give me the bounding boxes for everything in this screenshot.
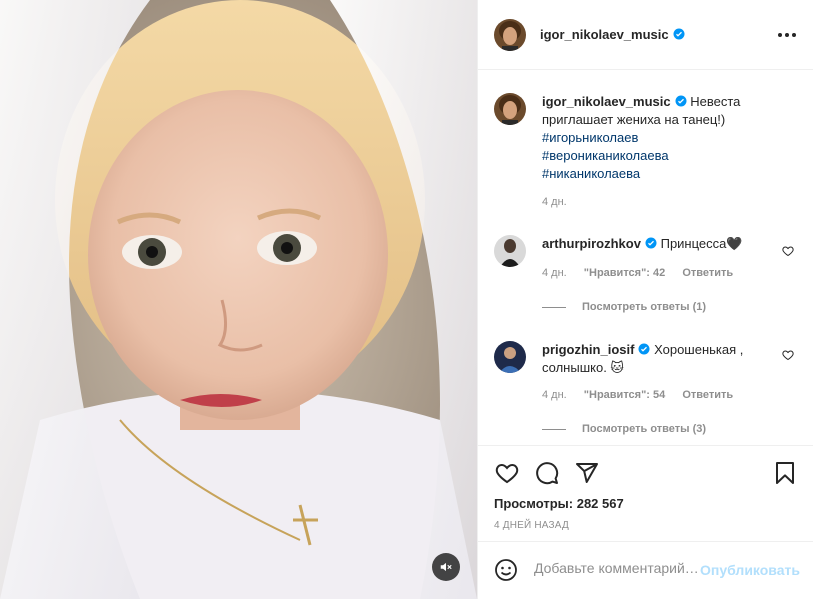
verified-icon xyxy=(675,95,687,107)
reply-button[interactable]: Ответить xyxy=(682,267,733,279)
comment-likes[interactable]: "Нравится": 42 xyxy=(584,267,665,279)
speaker-muted-icon xyxy=(440,562,452,572)
comment-button[interactable] xyxy=(534,460,560,486)
emoji-button[interactable] xyxy=(494,558,520,584)
more-options-button[interactable] xyxy=(776,24,798,46)
views-count[interactable]: Просмотры: 282 567 xyxy=(494,496,624,511)
replies-line-divider xyxy=(542,428,566,430)
like-button[interactable] xyxy=(494,460,520,486)
comment-text-block: arthurpirozhkov Принцесса🖤 xyxy=(542,235,762,253)
verified-icon xyxy=(673,28,685,40)
view-replies-button[interactable]: Посмотреть ответы (3) xyxy=(542,423,706,435)
publish-button[interactable]: Опубликовать xyxy=(700,562,800,578)
commenter-avatar-image xyxy=(494,341,526,373)
author-username[interactable]: igor_nikolaev_music xyxy=(540,27,685,42)
caption-time[interactable]: 4 дн. xyxy=(542,193,782,211)
add-comment-bar: Опубликовать xyxy=(478,541,813,599)
post-details-panel: igor_nikolaev_music igor_nikolaev_music … xyxy=(477,0,813,599)
view-replies-button[interactable]: Посмотреть ответы (1) xyxy=(542,301,706,313)
heart-outline-icon[interactable] xyxy=(782,349,794,361)
hashtag-link[interactable]: #никаниколаева xyxy=(542,165,782,183)
comment-bubble-icon xyxy=(536,462,559,485)
author-username-text[interactable]: igor_nikolaev_music xyxy=(540,27,669,42)
replies-line-divider xyxy=(542,306,566,308)
post-video[interactable] xyxy=(0,0,477,599)
commenter-avatar[interactable] xyxy=(494,341,526,373)
views-number: 282 567 xyxy=(576,496,624,511)
post-header: igor_nikolaev_music xyxy=(478,0,813,70)
comment-meta: 4 дн. "Нравится": 42 Ответить xyxy=(542,267,733,279)
mute-button[interactable] xyxy=(432,553,460,581)
post-modal: igor_nikolaev_music igor_nikolaev_music … xyxy=(0,0,813,599)
video-frame xyxy=(0,0,477,599)
smiley-icon xyxy=(495,559,517,581)
view-replies-text[interactable]: Посмотреть ответы (3) xyxy=(582,423,706,435)
comment-input[interactable] xyxy=(534,560,698,576)
more-horizontal-icon xyxy=(778,33,796,37)
comments-list[interactable]: igor_nikolaev_music Невеста приглашает ж… xyxy=(478,71,813,445)
save-button[interactable] xyxy=(772,460,798,486)
author-avatar[interactable] xyxy=(494,18,526,51)
caption-text-block: igor_nikolaev_music Невеста приглашает ж… xyxy=(542,93,782,211)
comment-time[interactable]: 4 дн. xyxy=(542,267,567,279)
comment-text: Принцесса🖤 xyxy=(660,236,743,251)
author-avatar-image xyxy=(494,18,526,51)
reply-button[interactable]: Ответить xyxy=(682,389,733,401)
heart-icon xyxy=(495,463,519,484)
verified-icon xyxy=(645,237,657,249)
comment-meta: 4 дн. "Нравится": 54 Ответить xyxy=(542,389,733,401)
hashtag-link[interactable]: #игорьниколаев xyxy=(542,129,782,147)
verified-icon xyxy=(638,343,650,355)
caption-time-text[interactable]: 4 дн. xyxy=(542,196,567,208)
comment-time[interactable]: 4 дн. xyxy=(542,389,567,401)
views-label: Просмотры: xyxy=(494,496,574,511)
bookmark-icon xyxy=(776,462,794,484)
comment-username[interactable]: arthurpirozhkov xyxy=(542,236,641,251)
share-button[interactable] xyxy=(574,460,600,486)
view-replies-text[interactable]: Посмотреть ответы (1) xyxy=(582,301,706,313)
heart-outline-icon[interactable] xyxy=(782,245,794,257)
hashtag-link[interactable]: #верониканиколаева xyxy=(542,147,782,165)
commenter-avatar-image xyxy=(494,235,526,267)
post-date[interactable]: 4 ДНЕЙ НАЗАД xyxy=(494,520,569,531)
caption-avatar[interactable] xyxy=(494,93,526,125)
comment-likes[interactable]: "Нравится": 54 xyxy=(584,389,665,401)
comment-username[interactable]: prigozhin_iosif xyxy=(542,342,634,357)
commenter-avatar[interactable] xyxy=(494,235,526,267)
caption-avatar-image xyxy=(494,93,526,125)
paper-plane-icon xyxy=(576,463,598,483)
caption-username[interactable]: igor_nikolaev_music xyxy=(542,94,671,109)
comment-text-block: prigozhin_iosif Хорошенькая , солнышко. … xyxy=(542,341,762,377)
